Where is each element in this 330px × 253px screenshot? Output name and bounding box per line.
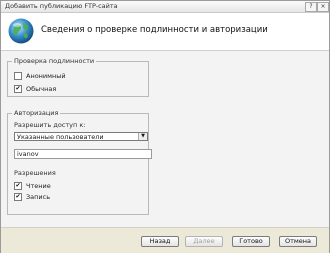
dialog-window: Добавить публикацию FTP-сайта ? × Сведен… bbox=[0, 0, 330, 253]
write-checkbox-row[interactable]: ✔ Запись bbox=[14, 192, 50, 201]
anonymous-checkbox-row[interactable]: Анонимный bbox=[14, 71, 66, 80]
write-checkbox[interactable]: ✔ bbox=[14, 192, 22, 201]
wizard-body: Проверка подлинности Анонимный ✔ Обычная… bbox=[1, 51, 329, 227]
finish-button[interactable]: Готово bbox=[232, 236, 270, 247]
wizard-header: Сведения о проверке подлинности и автори… bbox=[1, 13, 329, 51]
globe-icon bbox=[8, 18, 34, 44]
back-button[interactable]: Назад bbox=[141, 236, 179, 247]
basic-checkbox[interactable]: ✔ bbox=[14, 84, 22, 93]
page-title: Сведения о проверке подлинности и автори… bbox=[41, 25, 268, 35]
allow-access-label: Разрешить доступ к: bbox=[14, 121, 86, 129]
cancel-button[interactable]: Отмена bbox=[279, 236, 317, 247]
allow-access-value: Указанные пользователи bbox=[17, 133, 104, 141]
title-bar: Добавить публикацию FTP-сайта ? × bbox=[1, 1, 329, 13]
help-button[interactable]: ? bbox=[305, 2, 317, 12]
close-button[interactable]: × bbox=[317, 2, 329, 12]
authentication-group: Проверка подлинности Анонимный ✔ Обычная bbox=[7, 57, 149, 97]
anonymous-label: Анонимный bbox=[26, 71, 66, 80]
authorization-group-title: Авторизация bbox=[12, 109, 61, 117]
basic-label: Обычная bbox=[26, 84, 57, 93]
wizard-footer: Назад Далее Готово Отмена bbox=[1, 227, 329, 253]
chevron-down-icon[interactable]: ▼ bbox=[138, 133, 147, 140]
anonymous-checkbox[interactable] bbox=[14, 71, 22, 80]
basic-checkbox-row[interactable]: ✔ Обычная bbox=[14, 84, 56, 93]
write-label: Запись bbox=[26, 192, 51, 201]
user-name-input[interactable]: ivanov bbox=[14, 149, 152, 159]
permissions-label: Разрешения bbox=[14, 169, 56, 177]
next-button[interactable]: Далее bbox=[185, 236, 223, 247]
read-checkbox[interactable]: ✔ bbox=[14, 181, 22, 190]
read-checkbox-row[interactable]: ✔ Чтение bbox=[14, 181, 51, 190]
read-label: Чтение bbox=[26, 181, 51, 190]
authorization-group: Авторизация Разрешить доступ к: Указанны… bbox=[7, 109, 152, 215]
window-title: Добавить публикацию FTP-сайта bbox=[5, 2, 118, 10]
allow-access-select[interactable]: Указанные пользователи ▼ bbox=[14, 132, 148, 141]
authentication-group-title: Проверка подлинности bbox=[12, 57, 97, 65]
